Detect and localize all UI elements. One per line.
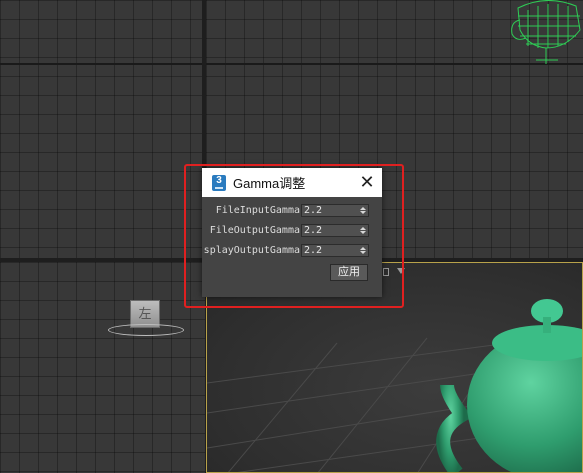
viewport-left[interactable] [0,262,205,473]
display-output-gamma-field[interactable] [302,245,360,256]
file-output-gamma-field[interactable] [302,225,360,236]
dialog-titlebar[interactable]: 3 Gamma调整 ✕ [202,168,382,197]
viewport-menu-arrow-icon[interactable] [397,268,405,274]
apply-button[interactable]: 应用 [330,264,368,281]
field-row-display-output-gamma: splayOutputGamma [202,244,382,258]
spinner-arrows-icon[interactable] [359,245,367,256]
gamma-dialog: 3 Gamma调整 ✕ FileInputGamma FileOutputGam… [202,168,382,297]
teapot-wireframe [511,0,581,64]
dialog-title: Gamma调整 [233,176,306,191]
spinner-arrows-icon[interactable] [359,205,367,216]
viewport-top[interactable] [0,0,202,258]
field-label: FileOutputGamma [209,225,300,236]
teapot-shaded [436,299,582,472]
field-row-file-output-gamma: FileOutputGamma [202,224,382,238]
field-label: FileInputGamma [215,205,300,216]
display-output-gamma-spinner[interactable] [301,244,369,257]
field-label: splayOutputGamma [203,245,300,256]
file-input-gamma-spinner[interactable] [301,204,369,217]
file-output-gamma-spinner[interactable] [301,224,369,237]
field-row-file-input-gamma: FileInputGamma [202,204,382,218]
grid-axis-line [0,63,202,65]
app-icon: 3 [212,174,226,191]
viewcube-compass-ring[interactable] [108,324,184,336]
3dsmax-workspace: 左 3 Gamma调整 ✕ FileInputGamma FileOutputG… [0,0,583,473]
file-input-gamma-field[interactable] [302,205,360,216]
close-icon[interactable]: ✕ [352,168,382,197]
viewport-menu-icon[interactable] [383,268,389,276]
spinner-arrows-icon[interactable] [359,225,367,236]
